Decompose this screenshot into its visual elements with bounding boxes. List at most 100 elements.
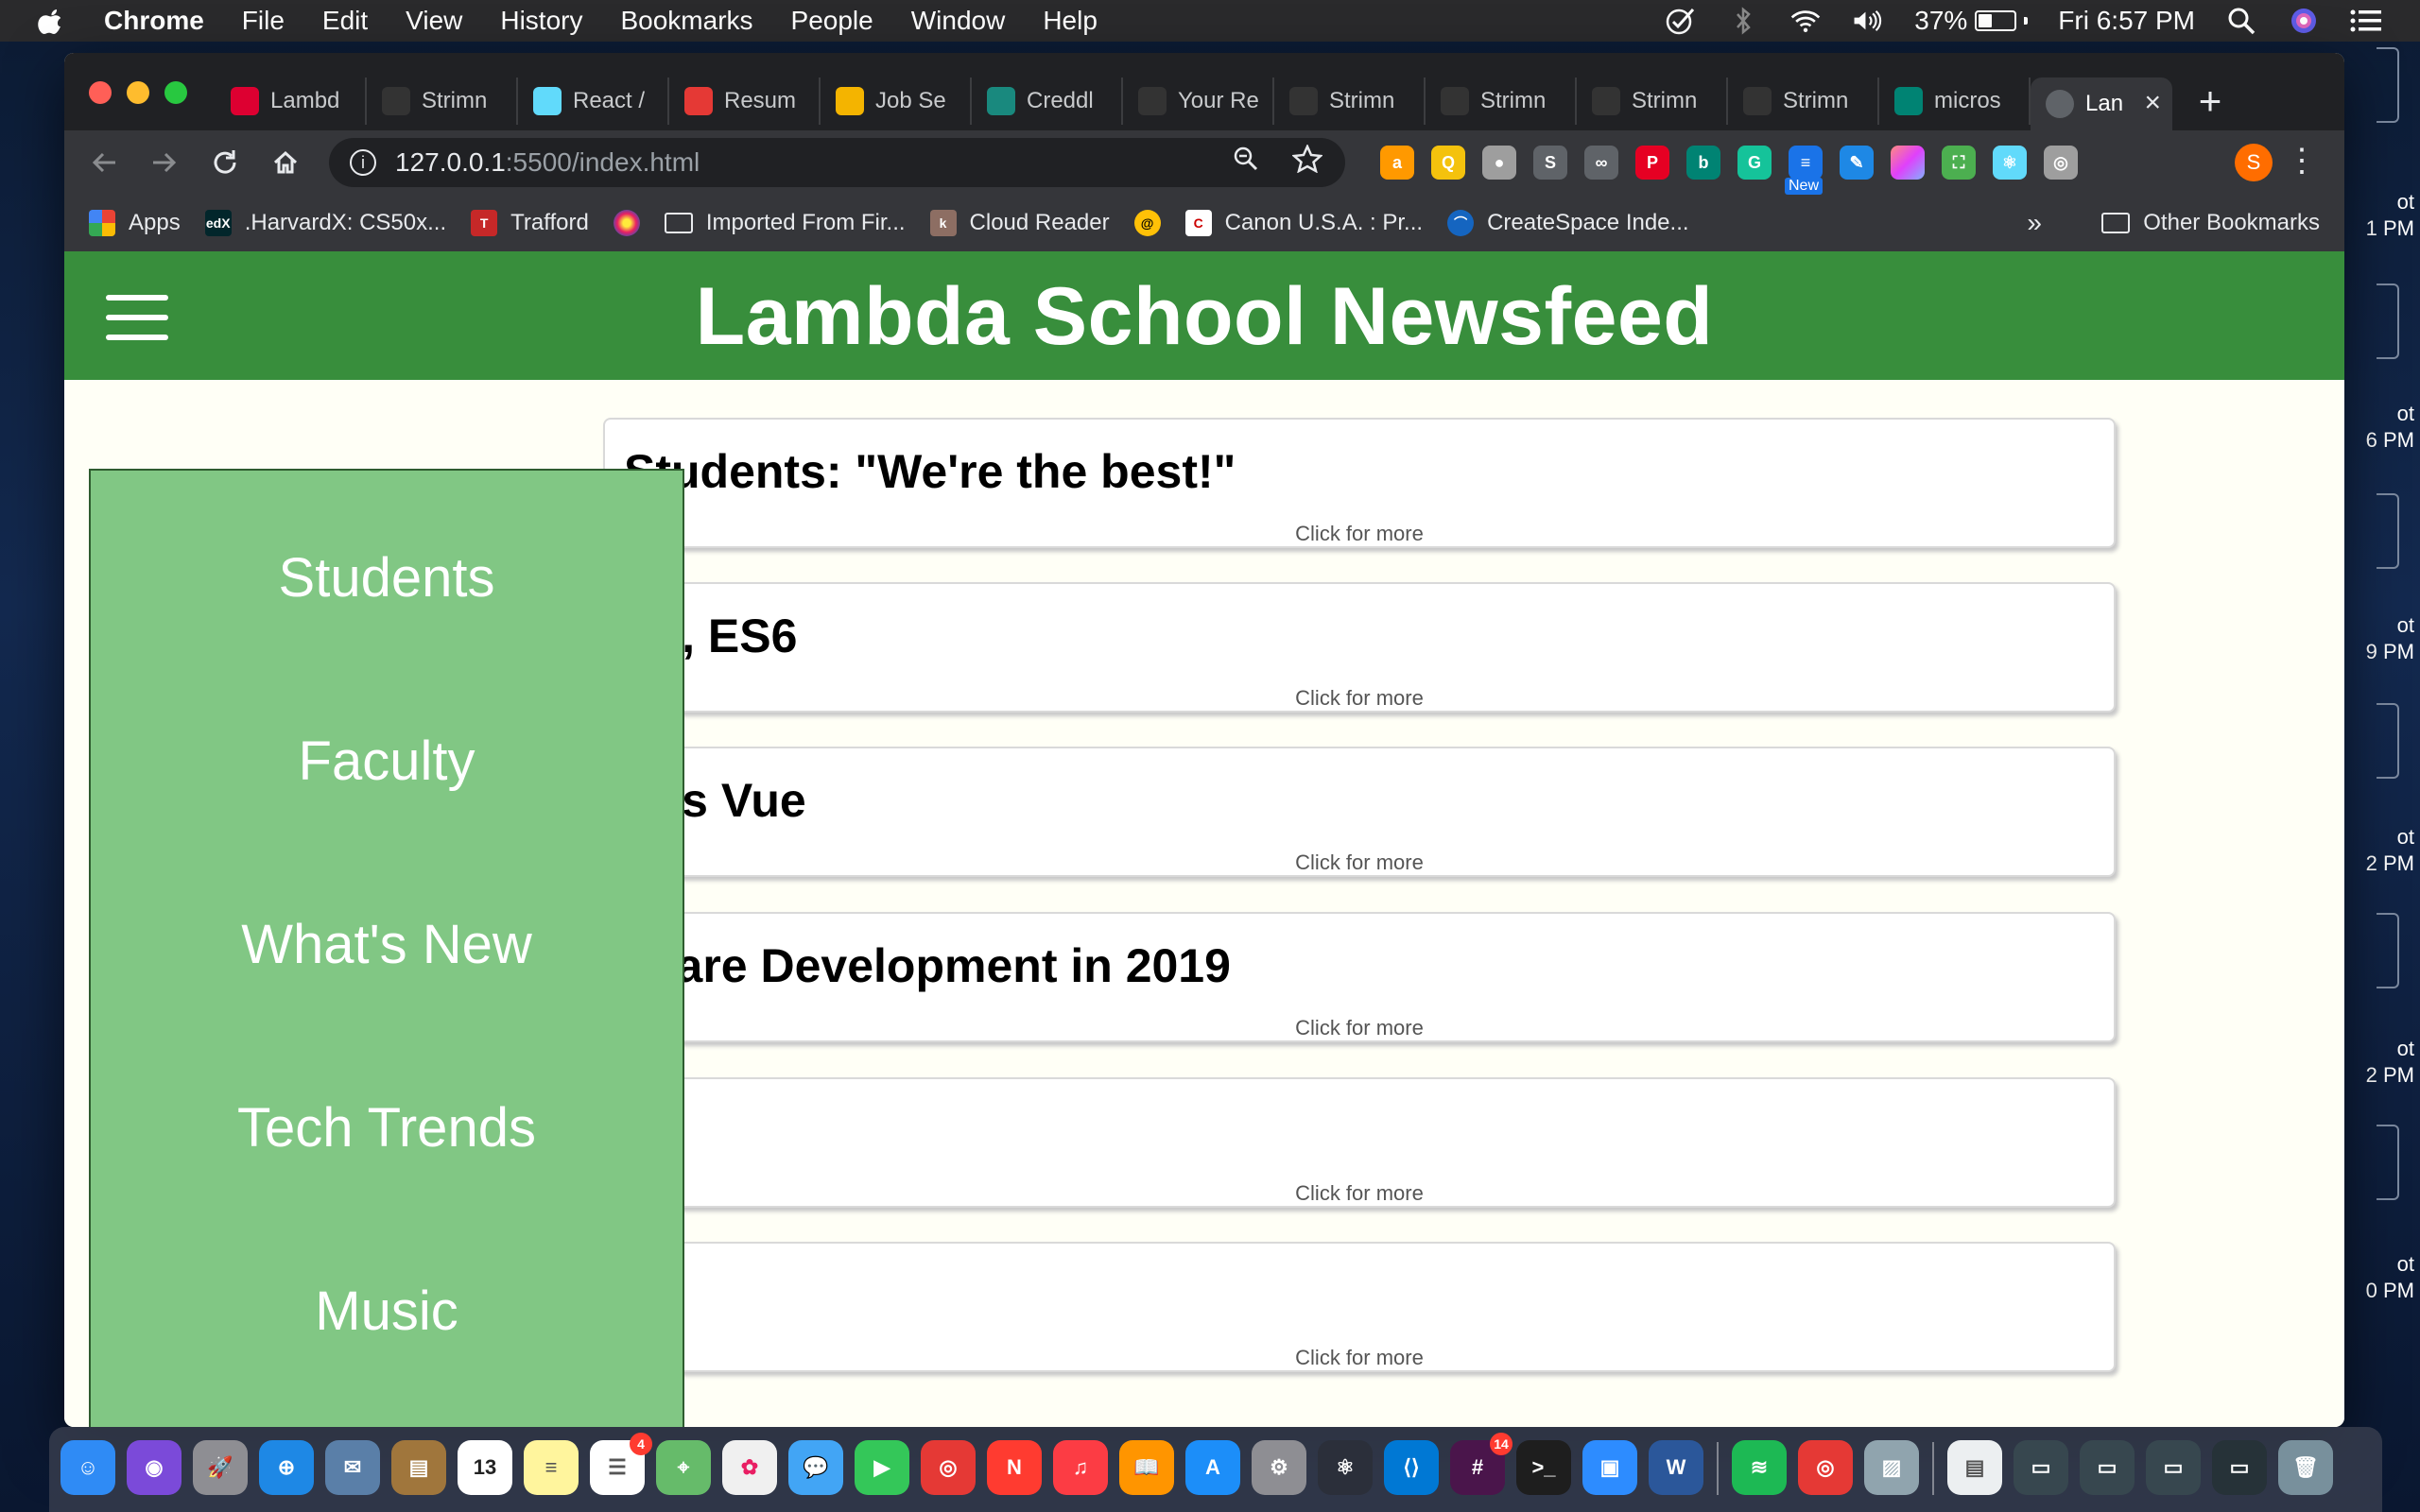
- article-expand-link[interactable]: Click for more: [605, 686, 2114, 711]
- facetime-icon[interactable]: ▶: [855, 1440, 909, 1495]
- menu-link-students[interactable]: Students: [91, 546, 683, 610]
- article-card[interactable]: ou, ES6 Click for more: [603, 582, 2116, 713]
- apple-logo-icon[interactable]: [38, 7, 66, 35]
- menu-edit[interactable]: Edit: [322, 6, 368, 36]
- bookmark-item[interactable]: Apps: [89, 210, 181, 236]
- mail-bird-icon[interactable]: ✉: [325, 1440, 380, 1495]
- system-preferences-icon[interactable]: ⚙: [1252, 1440, 1306, 1495]
- browser-tab[interactable]: Strimn: [1577, 77, 1728, 125]
- bookmarks-overflow-chevron[interactable]: »: [2027, 208, 2042, 238]
- menu-window[interactable]: Window: [911, 6, 1006, 36]
- menu-people[interactable]: People: [791, 6, 873, 36]
- safari-icon[interactable]: ⊕: [259, 1440, 314, 1495]
- address-bar[interactable]: i 127.0.0.1:5500/index.html: [329, 138, 1345, 187]
- window-minimize-button[interactable]: [127, 81, 149, 104]
- browser-tab[interactable]: Strimn: [1426, 77, 1577, 125]
- browser-tab[interactable]: Strimn: [1274, 77, 1426, 125]
- browser-tab[interactable]: React /: [518, 77, 669, 125]
- article-expand-link[interactable]: Click for more: [605, 1181, 2114, 1206]
- bookmark-item[interactable]: T Trafford: [471, 210, 589, 236]
- site-info-icon[interactable]: i: [350, 149, 376, 176]
- bookmark-item[interactable]: k Cloud Reader: [929, 210, 1110, 236]
- vscode-icon[interactable]: ⟨⟩: [1384, 1440, 1439, 1495]
- target-extension-icon[interactable]: ◎: [2044, 146, 2078, 180]
- magnifier-extension-icon[interactable]: Q: [1431, 146, 1465, 180]
- react-devtools-icon[interactable]: ⚛: [1993, 146, 2027, 180]
- article-expand-link[interactable]: Click for more: [605, 850, 2114, 875]
- desktop-file-label[interactable]: ot 6 PM: [2342, 401, 2420, 454]
- article-card[interactable]: Students: "We're the best!" Click for mor…: [603, 418, 2116, 548]
- messages-icon[interactable]: 💬: [788, 1440, 843, 1495]
- bluetooth-icon[interactable]: [1727, 7, 1759, 35]
- window-thumbnail-icon-2[interactable]: ▭: [2080, 1440, 2135, 1495]
- desktop-file-label[interactable]: ot 9 PM: [2342, 612, 2420, 665]
- photos-icon[interactable]: ✿: [722, 1440, 777, 1495]
- amazon-icon[interactable]: a: [1380, 146, 1414, 180]
- grammarly-icon[interactable]: G: [1737, 146, 1772, 180]
- browser-tab[interactable]: Resum: [669, 77, 821, 125]
- notes-icon[interactable]: ≡: [524, 1440, 579, 1495]
- bing-icon[interactable]: b: [1686, 146, 1720, 180]
- desktop-file-label[interactable]: ot 0 PM: [2342, 1251, 2420, 1304]
- article-expand-link[interactable]: Click for more: [605, 1346, 2114, 1370]
- browser-tab[interactable]: micros: [1879, 77, 2031, 125]
- s-extension-icon[interactable]: S: [1533, 146, 1567, 180]
- back-arrow-icon[interactable]: [83, 142, 125, 183]
- feather-extension-icon[interactable]: ✎: [1840, 146, 1874, 180]
- menu-view[interactable]: View: [406, 6, 462, 36]
- menu-app-name[interactable]: Chrome: [104, 6, 204, 36]
- browser-tab[interactable]: Strimn: [1728, 77, 1879, 125]
- forward-arrow-icon[interactable]: [144, 142, 185, 183]
- app-store-icon[interactable]: A: [1185, 1440, 1240, 1495]
- circle-extension-icon[interactable]: ●: [1482, 146, 1516, 180]
- siri-icon[interactable]: ◉: [127, 1440, 182, 1495]
- wifi-icon[interactable]: [1789, 8, 1822, 34]
- siri-status-icon[interactable]: [2288, 8, 2320, 34]
- volume-icon[interactable]: [1852, 8, 1884, 34]
- bookmark-item[interactable]: Imported From Fir...: [664, 210, 906, 236]
- loop-extension-icon[interactable]: ∞: [1584, 146, 1618, 180]
- article-card[interactable]: Click for more: [603, 1077, 2116, 1208]
- menu-link-faculty[interactable]: Faculty: [91, 730, 683, 793]
- chrome-menu-icon[interactable]: ⋮: [2286, 142, 2318, 180]
- bookmark-item[interactable]: edX .HarvardX: CS50x...: [204, 210, 446, 236]
- terminal-icon[interactable]: >_: [1516, 1440, 1571, 1495]
- preview-icon[interactable]: ▨: [1864, 1440, 1919, 1495]
- reload-icon[interactable]: [204, 142, 246, 183]
- screenshot-extension-icon[interactable]: ⛶: [1942, 146, 1976, 180]
- spotify-icon[interactable]: ≋: [1732, 1440, 1787, 1495]
- launchpad-icon[interactable]: 🚀: [193, 1440, 248, 1495]
- menu-file[interactable]: File: [242, 6, 285, 36]
- menu-help[interactable]: Help: [1043, 6, 1098, 36]
- menu-history[interactable]: History: [500, 6, 582, 36]
- article-expand-link[interactable]: Click for more: [605, 1016, 2114, 1040]
- desktop-file-label[interactable]: ot 2 PM: [2342, 824, 2420, 877]
- browser-tab-active[interactable]: Lan ×: [2031, 77, 2172, 130]
- menu-link-tech-trends[interactable]: Tech Trends: [91, 1096, 683, 1160]
- home-icon[interactable]: [265, 142, 306, 183]
- article-card[interactable]: tware Development in 2019 Click for more: [603, 912, 2116, 1042]
- battery-indicator[interactable]: 37%: [1914, 6, 2029, 36]
- maps-icon[interactable]: ⌖: [656, 1440, 711, 1495]
- menubar-clock[interactable]: Fri 6:57 PM: [2058, 6, 2195, 36]
- window-thumbnail-icon[interactable]: ▭: [2014, 1440, 2068, 1495]
- chrome-icon[interactable]: ◎: [921, 1440, 976, 1495]
- bookmark-item[interactable]: [613, 210, 640, 236]
- article-expand-link[interactable]: Click for more: [605, 522, 2114, 546]
- finder-icon[interactable]: ☺: [60, 1440, 115, 1495]
- pinterest-icon[interactable]: P: [1635, 146, 1669, 180]
- atom-icon[interactable]: ⚛: [1318, 1440, 1373, 1495]
- doc-thumbnail-icon[interactable]: ▤: [1947, 1440, 2002, 1495]
- spotlight-search-icon[interactable]: [2225, 8, 2257, 35]
- checkmark-circle-icon[interactable]: [1665, 8, 1697, 35]
- bookmark-item[interactable]: @: [1133, 210, 1161, 236]
- browser-tab[interactable]: Your Re: [1123, 77, 1274, 125]
- trash-icon[interactable]: 🗑: [2278, 1440, 2333, 1495]
- menu-bookmarks[interactable]: Bookmarks: [620, 6, 752, 36]
- slack-icon[interactable]: #14: [1450, 1433, 1512, 1495]
- bookmark-star-icon[interactable]: [1290, 143, 1324, 180]
- zoom-magnifier-icon[interactable]: [1232, 145, 1260, 180]
- article-card[interactable]: r vs Vue Click for more: [603, 747, 2116, 877]
- bookmark-item[interactable]: ⌒ CreateSpace Inde...: [1447, 210, 1689, 236]
- bookmark-item[interactable]: C Canon U.S.A. : Pr...: [1184, 210, 1423, 236]
